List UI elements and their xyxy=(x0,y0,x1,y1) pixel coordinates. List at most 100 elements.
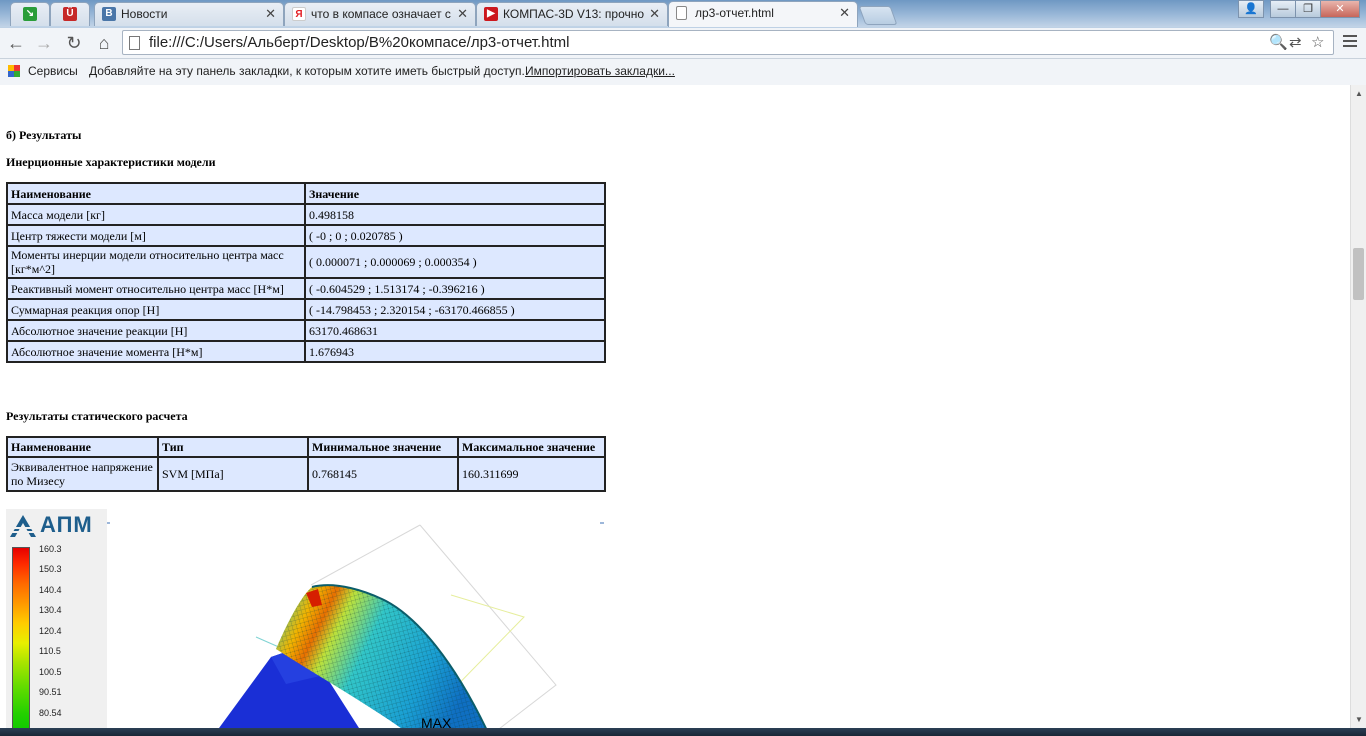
page-icon xyxy=(129,36,140,50)
static-heading: Результаты статического расчета xyxy=(6,409,188,423)
row-max: 160.311699 xyxy=(457,456,606,492)
apps-label[interactable]: Сервисы xyxy=(28,64,78,78)
row-value: 1.676943 xyxy=(304,340,606,363)
tab-news[interactable]: B Новости ✕ xyxy=(94,2,284,26)
close-icon[interactable]: ✕ xyxy=(649,3,660,25)
import-bookmarks-link[interactable]: Импортировать закладки... xyxy=(525,64,675,78)
legend-value: 100.5 xyxy=(39,667,62,677)
table-row: Эквивалентное напряжение по Мизесу SVM [… xyxy=(6,456,606,492)
table-header-row: Наименование Значение xyxy=(6,182,606,205)
max-marker-label: MAX xyxy=(421,715,452,728)
tab-label: лр3-отчет.html xyxy=(695,6,774,20)
tab-report[interactable]: лр3-отчет.html ✕ xyxy=(668,1,858,27)
color-scale xyxy=(12,547,30,728)
row-name: Центр тяжести модели [м] xyxy=(6,224,306,247)
table-row: Абсолютное значение реакции [Н] 63170.46… xyxy=(6,319,606,342)
static-results-table: Наименование Тип Минимальное значение Ма… xyxy=(6,436,606,492)
table-row: Центр тяжести модели [м] ( -0 ; 0 ; 0.02… xyxy=(6,224,606,247)
row-name: Реактивный момент относительно центра ма… xyxy=(6,277,306,300)
page-icon xyxy=(676,6,687,20)
tab-label: КОМПАС-3D V13: прочно xyxy=(503,7,645,21)
tab-label: что в компасе означает с xyxy=(311,7,451,21)
page-content: б) Результаты Инерционные характеристики… xyxy=(0,85,1350,728)
row-name: Моменты инерции модели относительно цент… xyxy=(6,245,306,279)
column-header: Значение xyxy=(304,182,606,205)
table-row: Реактивный момент относительно центра ма… xyxy=(6,277,606,300)
address-bar[interactable]: file:///C:/Users/Альберт/Desktop/В%20ком… xyxy=(122,30,1334,55)
restore-button[interactable]: ❐ xyxy=(1295,0,1321,18)
browser-chrome: ↘ Ü B Новости ✕ Я что в компасе означает… xyxy=(0,0,1366,85)
tab-pinned-1[interactable]: ↘ xyxy=(10,2,50,26)
reload-icon[interactable]: ↻ xyxy=(62,31,86,55)
row-name: Абсолютное значение реакции [Н] xyxy=(6,319,306,342)
row-value: ( -0.604529 ; 1.513174 ; -0.396216 ) xyxy=(304,277,606,300)
close-icon[interactable]: ✕ xyxy=(265,3,276,25)
apps-icon[interactable] xyxy=(8,65,20,77)
menu-icon[interactable] xyxy=(1340,32,1360,52)
table-row: Абсолютное значение момента [Н*м] 1.6769… xyxy=(6,340,606,363)
column-header: Тип xyxy=(157,436,309,458)
zoom-icon[interactable]: 🔍 xyxy=(1269,33,1288,53)
legend-value: 160.3 xyxy=(39,544,62,554)
legend-value: 140.4 xyxy=(39,585,62,595)
user-icon[interactable]: 👤 xyxy=(1238,0,1264,18)
back-icon[interactable]: ← xyxy=(4,31,28,55)
scroll-down-icon[interactable]: ▼ xyxy=(1355,715,1363,724)
scroll-up-icon[interactable]: ▲ xyxy=(1355,89,1363,98)
vertical-scrollbar[interactable]: ▲ ▼ xyxy=(1350,85,1366,728)
vk-icon: B xyxy=(102,7,116,21)
close-window-button[interactable]: ✕ xyxy=(1320,0,1360,18)
inertia-table: Наименование Значение Масса модели [кг] … xyxy=(6,182,606,363)
tab-strip: ↘ Ü B Новости ✕ Я что в компасе означает… xyxy=(0,0,1366,27)
table-row: Моменты инерции модели относительно цент… xyxy=(6,245,606,279)
column-header: Наименование xyxy=(6,182,306,205)
section-heading: б) Результаты xyxy=(6,128,82,142)
new-tab-button[interactable] xyxy=(858,6,898,25)
green-arrow-icon: ↘ xyxy=(23,7,37,21)
legend-value: 90.51 xyxy=(39,687,62,697)
youtube-icon: ▶ xyxy=(484,7,498,21)
row-type: SVM [МПа] xyxy=(157,456,309,492)
close-icon[interactable]: ✕ xyxy=(457,3,468,25)
table-row: Суммарная реакция опор [Н] ( -14.798453 … xyxy=(6,298,606,321)
address-url: file:///C:/Users/Альберт/Desktop/В%20ком… xyxy=(149,34,570,51)
row-name: Абсолютное значение момента [Н*м] xyxy=(6,340,306,363)
row-value: ( -0 ; 0 ; 0.020785 ) xyxy=(304,224,606,247)
translate-icon[interactable]: ⇄ xyxy=(1289,33,1302,53)
column-header: Минимальное значение xyxy=(307,436,459,458)
legend-value: 150.3 xyxy=(39,564,62,574)
home-icon[interactable]: ⌂ xyxy=(92,31,116,55)
legend-value: 120.4 xyxy=(39,626,62,636)
apm-logo-icon xyxy=(10,515,36,537)
row-value: ( 0.000071 ; 0.000069 ; 0.000354 ) xyxy=(304,245,606,279)
toolbar: ← → ↻ ⌂ file:///C:/Users/Альберт/Desktop… xyxy=(0,28,1366,59)
row-value: 63170.468631 xyxy=(304,319,606,342)
bookmarks-bar: Сервисы Добавляйте на эту панель закладк… xyxy=(0,59,1366,85)
table-row: Масса модели [кг] 0.498158 xyxy=(6,203,606,226)
color-legend: АПМ 160.3 150.3 140.4 130.4 120.4 110.5 … xyxy=(6,509,107,728)
tab-search[interactable]: Я что в компасе означает с ✕ xyxy=(284,2,476,26)
legend-value: 130.4 xyxy=(39,605,62,615)
taskbar xyxy=(0,728,1366,736)
legend-value: 110.5 xyxy=(39,646,61,656)
minimize-button[interactable]: — xyxy=(1270,0,1296,18)
row-min: 0.768145 xyxy=(307,456,459,492)
row-value: ( -14.798453 ; 2.320154 ; -63170.466855 … xyxy=(304,298,606,321)
row-name: Масса модели [кг] xyxy=(6,203,306,226)
inertia-heading: Инерционные характеристики модели xyxy=(6,155,216,169)
stress-map-image: АПМ 160.3 150.3 140.4 130.4 120.4 110.5 … xyxy=(6,509,606,728)
apm-logo: АПМ xyxy=(40,512,93,537)
tab-pinned-2[interactable]: Ü xyxy=(50,2,90,26)
legend-value: 80.54 xyxy=(39,708,62,718)
forward-icon[interactable]: → xyxy=(32,31,56,55)
row-value: 0.498158 xyxy=(304,203,606,226)
mouse-icon: Ü xyxy=(63,7,77,21)
star-icon[interactable]: ☆ xyxy=(1311,33,1324,53)
row-name: Эквивалентное напряжение по Мизесу xyxy=(6,456,159,492)
table-header-row: Наименование Тип Минимальное значение Ма… xyxy=(6,436,606,458)
close-icon[interactable]: ✕ xyxy=(839,2,850,24)
column-header: Наименование xyxy=(6,436,159,458)
yandex-icon: Я xyxy=(292,7,306,21)
scroll-thumb[interactable] xyxy=(1353,248,1364,300)
tab-youtube[interactable]: ▶ КОМПАС-3D V13: прочно ✕ xyxy=(476,2,668,26)
